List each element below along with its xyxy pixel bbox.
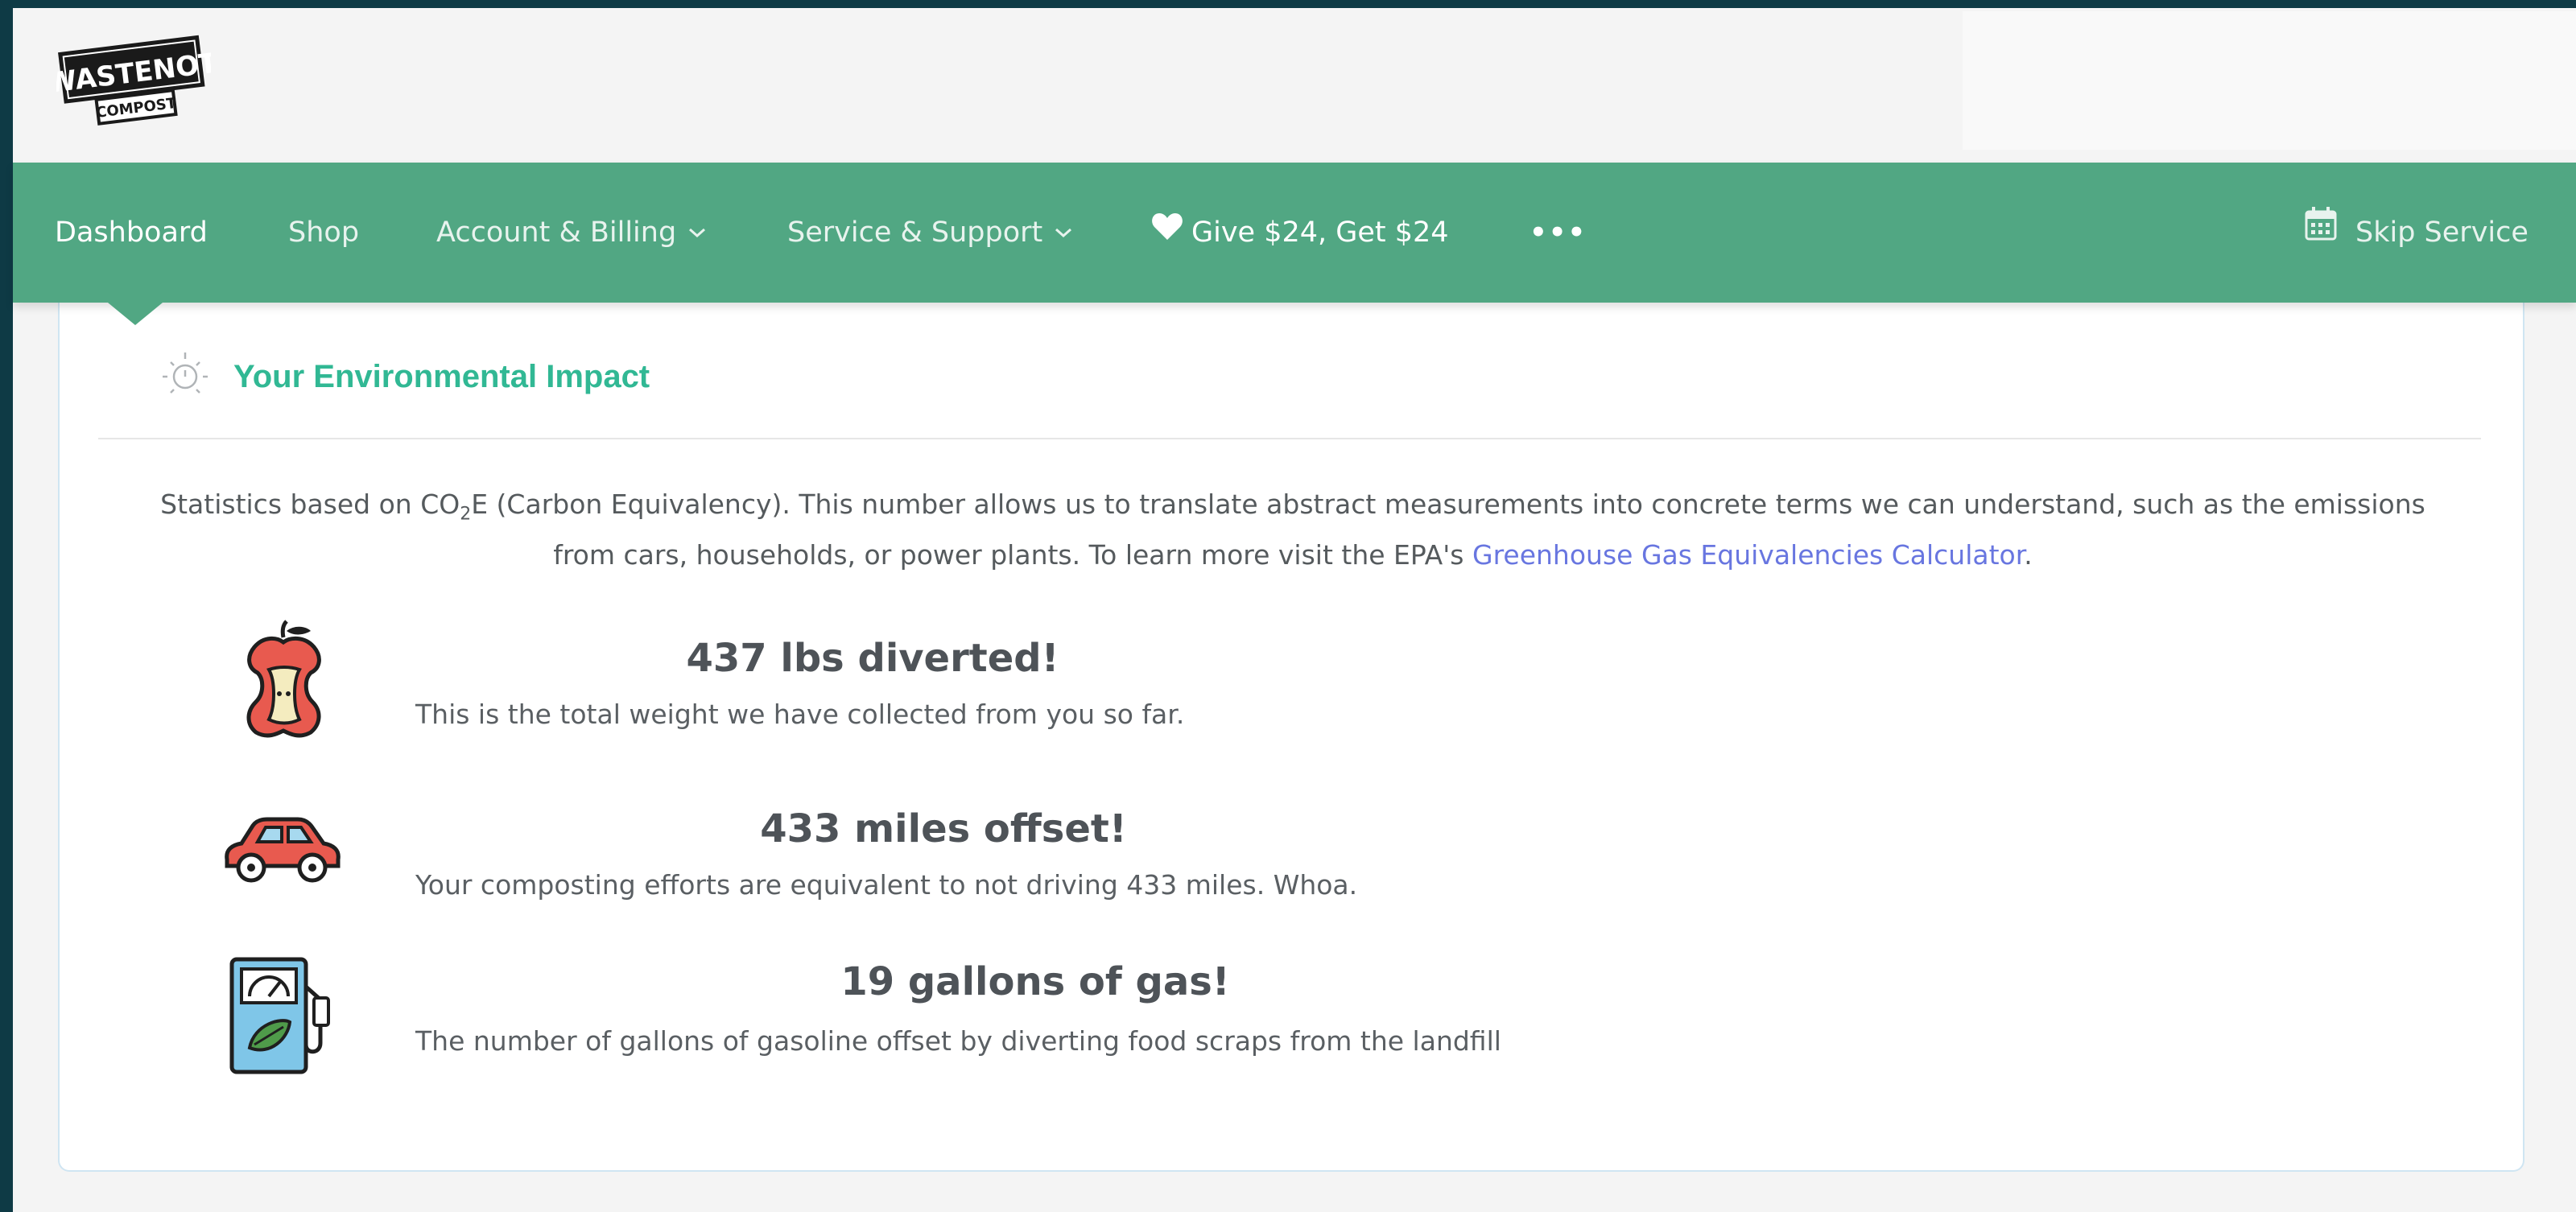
intro-text: Statistics based on CO2E (Carbon Equival… (140, 484, 2446, 575)
page: WASTENOT COMPOST Dashboard Shop Account … (13, 8, 2576, 1212)
nav-dashboard[interactable]: Dashboard (55, 163, 208, 303)
car-icon (221, 814, 343, 887)
intro-subscript: 2 (460, 504, 472, 525)
nav-shop[interactable]: Shop (288, 163, 359, 303)
stat-gas-desc: The number of gallons of gasoline offset… (415, 1025, 1501, 1057)
main-nav: Dashboard Shop Account & Billing Service… (13, 163, 2576, 303)
nav-account-billing-label: Account & Billing (436, 216, 677, 249)
more-menu-button[interactable]: ••• (1530, 163, 1587, 303)
sun-timer-icon (159, 349, 211, 404)
card-title: Your Environmental Impact (233, 358, 650, 394)
nav-referral-label: Give $24, Get $24 (1191, 216, 1449, 249)
active-nav-pointer (108, 303, 163, 325)
apple-core-icon (237, 620, 332, 742)
divider (98, 438, 2481, 439)
stat-miles-desc: Your composting efforts are equivalent t… (415, 869, 1358, 901)
stat-gas-title: 19 gallons of gas! (840, 959, 1230, 1004)
chevron-down-icon (687, 227, 707, 238)
top-header: WASTENOT COMPOST (13, 8, 2576, 163)
nav-referral[interactable]: Give $24, Get $24 (1151, 163, 1449, 303)
skip-service-label: Skip Service (2355, 216, 2529, 249)
nav-shop-label: Shop (288, 216, 360, 249)
stat-weight-desc: This is the total weight we have collect… (415, 699, 1185, 730)
nav-service-support[interactable]: Service & Support (787, 163, 1073, 303)
gas-pump-icon (225, 954, 336, 1082)
nav-dashboard-label: Dashboard (55, 216, 208, 249)
intro-after: E (Carbon Equivalency). This number allo… (471, 489, 2425, 571)
calendar-icon (2304, 163, 2338, 303)
stat-miles-title: 433 miles offset! (760, 806, 1127, 851)
intro-end: . (2024, 538, 2033, 571)
card-header: Your Environmental Impact (159, 343, 650, 410)
more-icon: ••• (1530, 216, 1587, 249)
intro-before: Statistics based on CO (160, 489, 460, 520)
chevron-down-icon (1054, 227, 1073, 238)
wastenot-logo[interactable]: WASTENOT COMPOST (44, 26, 220, 130)
nav-account-billing[interactable]: Account & Billing (436, 163, 707, 303)
header-panel (1963, 11, 2576, 150)
heart-icon (1151, 163, 1183, 303)
environmental-impact-card: Your Environmental Impact Statistics bas… (58, 295, 2524, 1172)
skip-service-button[interactable]: Skip Service (2304, 163, 2529, 303)
stat-weight-title: 437 lbs diverted! (686, 636, 1059, 681)
nav-service-support-label: Service & Support (787, 216, 1043, 249)
epa-calculator-link[interactable]: Greenhouse Gas Equivalencies Calculator (1472, 539, 2024, 571)
